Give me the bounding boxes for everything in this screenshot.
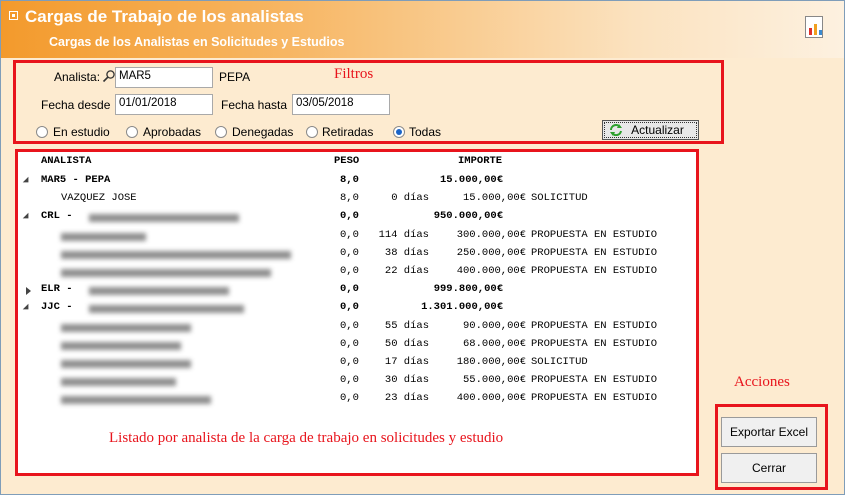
radio-denegadas-label[interactable]: Denegadas [232, 125, 293, 139]
radio-en-estudio[interactable] [36, 126, 48, 138]
radio-en-estudio-label[interactable]: En estudio [53, 125, 110, 139]
page-title: Cargas de Trabajo de los analistas [25, 7, 304, 26]
fecha-desde-label: Fecha desde [41, 98, 111, 112]
cerrar-button[interactable]: Cerrar [721, 453, 817, 483]
radio-aprobadas[interactable] [126, 126, 138, 138]
listado-annotation-label: Listado por analista de la carga de trab… [109, 430, 504, 446]
acciones-annotation-label: Acciones [734, 374, 790, 390]
header-banner: Cargas de Trabajo de los analistas Carga… [1, 1, 844, 58]
actualizar-button[interactable]: Actualizar [602, 120, 699, 140]
actualizar-label: Actualizar [631, 123, 684, 137]
analista-code-input[interactable]: MAR5 [115, 67, 213, 88]
window-menu-icon[interactable] [9, 11, 18, 20]
listado-annotation-box [15, 149, 699, 476]
exportar-excel-button[interactable]: Exportar Excel [721, 417, 817, 447]
radio-aprobadas-label[interactable]: Aprobadas [143, 125, 201, 139]
window: Cargas de Trabajo de los analistas Carga… [0, 0, 845, 495]
radio-denegadas[interactable] [215, 126, 227, 138]
filtros-annotation-label: Filtros [334, 66, 374, 82]
fecha-desde-input[interactable]: 01/01/2018 [115, 94, 213, 115]
refresh-icon [610, 124, 622, 136]
fecha-hasta-input[interactable]: 03/05/2018 [292, 94, 390, 115]
report-chart-icon[interactable] [805, 16, 823, 38]
radio-retiradas-label[interactable]: Retiradas [322, 125, 373, 139]
analista-name-text: PEPA [219, 70, 251, 84]
analista-label: Analista: [54, 70, 101, 84]
fecha-hasta-label: Fecha hasta [221, 98, 288, 112]
page-subtitle: Cargas de los Analistas en Solicitudes y… [49, 35, 345, 49]
radio-retiradas[interactable] [306, 126, 318, 138]
radio-todas[interactable] [393, 126, 405, 138]
radio-todas-label[interactable]: Todas [409, 125, 441, 139]
search-icon[interactable] [102, 69, 116, 83]
